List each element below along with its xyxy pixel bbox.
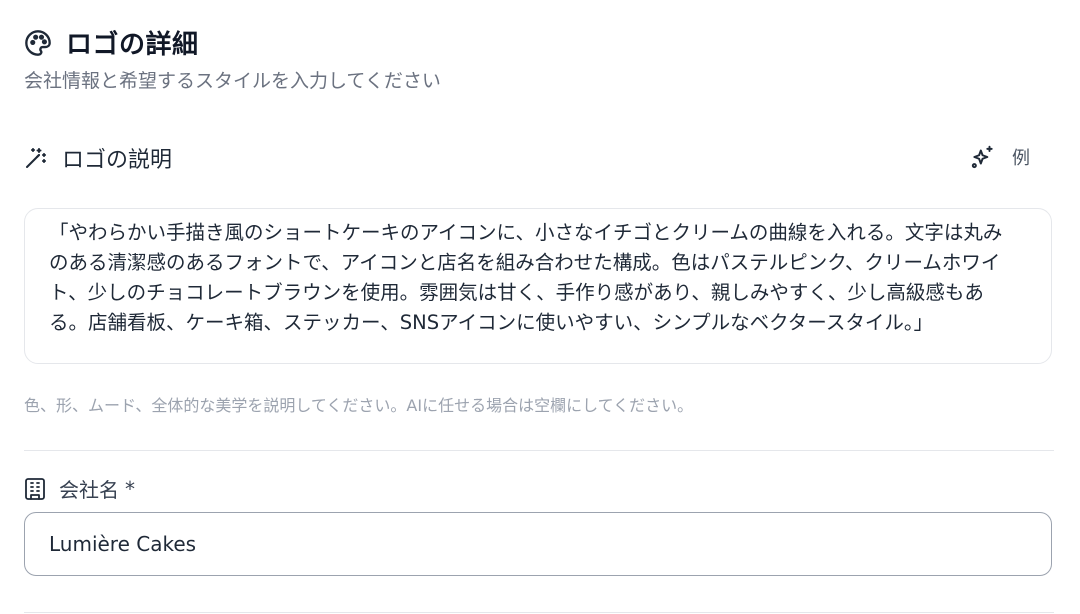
logo-description-textarea[interactable]: 「やわらかい手描き風のショートケーキのアイコンに、小さなイチゴとクリームの曲線を…	[25, 209, 1051, 363]
company-name-input[interactable]	[24, 512, 1052, 576]
logo-description-field-wrapper: 「やわらかい手描き風のショートケーキのアイコンに、小さなイチゴとクリームの曲線を…	[24, 208, 1052, 364]
page-subtitle: 会社情報と希望するスタイルを入力してください	[24, 70, 441, 92]
sparkles-icon	[970, 144, 996, 170]
company-name-label: 会社名 *	[24, 474, 135, 503]
section-divider	[24, 450, 1054, 451]
logo-description-helper: 色、形、ムード、全体的な美学を説明してください。AIに任せる場合は空欄にしてくだ…	[24, 396, 694, 415]
logo-description-label: ロゴの説明	[24, 142, 172, 174]
example-button-label: 例	[1012, 148, 1030, 168]
example-button[interactable]: 例	[966, 140, 1034, 174]
company-name-label-text: 会社名	[59, 478, 119, 502]
logo-description-label-text: ロゴの説明	[62, 148, 173, 173]
required-mark: *	[125, 476, 135, 501]
palette-icon	[24, 29, 52, 57]
magic-wand-icon	[24, 146, 48, 170]
section-divider-bottom	[24, 612, 1054, 613]
page-title: ロゴの詳細	[66, 30, 199, 60]
building-icon	[24, 477, 46, 501]
section-header: ロゴの詳細	[24, 24, 199, 61]
